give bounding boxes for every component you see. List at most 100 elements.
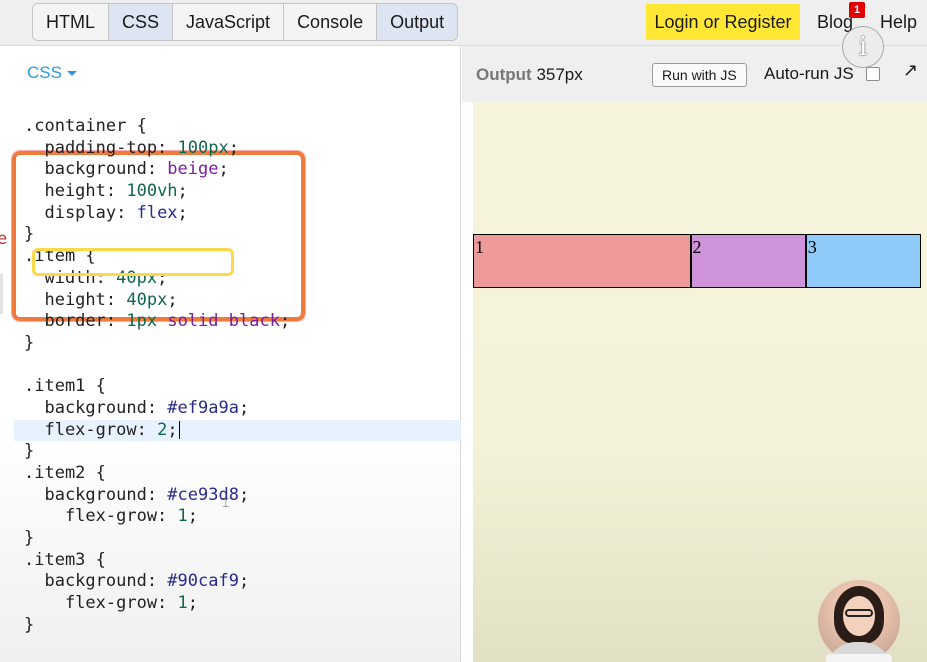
panel-tabs: HTML CSS JavaScript Console Output [32,3,459,41]
code-token: 100px [177,137,229,158]
code-line[interactable]: background: #90caf9; [14,571,461,593]
code-token: ; [177,202,188,223]
code-line[interactable] [14,355,461,377]
code-token: ; [177,181,188,202]
info-icon[interactable]: i [842,26,884,68]
code-token: ; [187,506,199,527]
flex-item-2: 2 [690,234,806,288]
code-token: ; [228,137,239,158]
output-size-label: Output 357px [476,65,583,85]
tab-javascript[interactable]: JavaScript [173,4,285,40]
code-token: .container { [24,116,147,136]
avatar-glasses [845,609,873,617]
code-token: background: [24,571,168,592]
code-token: } [24,332,35,353]
code-line[interactable]: flex-grow: 1; [14,506,461,528]
flex-item-3: 3 [805,234,921,288]
language-dropdown[interactable]: CSS [27,63,77,83]
blog-link[interactable]: Blog [817,12,853,33]
info-glyph: i [858,32,868,62]
flex-item-1: 1 [473,234,691,288]
code-line[interactable]: padding-top: 100px; [14,138,461,160]
text-caret [178,420,181,439]
code-token: ; [218,159,229,180]
language-label: CSS [27,63,62,82]
code-line[interactable]: flex-grow: 2; [14,419,461,442]
code-token: flex [136,202,178,223]
code-line[interactable]: background: #ef9a9a; [14,398,461,420]
flex-container: 1 2 3 [473,234,921,288]
stray-text: e [0,229,8,249]
code-line[interactable]: border: 1px solid black; [14,311,461,333]
code-token: ; [238,397,250,418]
code-token: height: [24,289,127,310]
code-token: ; [238,571,250,592]
code-line[interactable]: .container { [14,116,461,138]
gutter-marker [0,274,3,314]
code-token: #ef9a9a [167,397,239,418]
code-token: ; [238,484,250,505]
help-link[interactable]: Help [880,12,917,33]
code-token: 1px [126,311,158,332]
run-with-js-button[interactable]: Run with JS [652,63,747,87]
code-line[interactable]: height: 100vh; [14,181,461,203]
code-token: flex-grow: [24,419,158,440]
presenter-avatar [818,580,900,662]
code-line[interactable]: } [14,441,461,463]
code-token: 1 [177,593,188,614]
code-token: black [228,311,280,332]
autorun-label: Auto-run JS [764,64,854,83]
text-cursor-icon: ⌶ [222,495,230,510]
code-token: height: [24,181,127,202]
code-token: } [24,614,35,635]
code-line[interactable]: } [14,528,461,550]
tab-html[interactable]: HTML [33,4,109,40]
code-token: background: [24,484,168,505]
code-line[interactable]: } [14,333,461,355]
autorun-checkbox[interactable] [866,67,880,81]
avatar-caption [826,654,892,662]
code-token: ; [279,311,291,332]
code-line[interactable]: .item2 { [14,463,461,485]
code-line[interactable]: background: #ce93d8; [14,485,461,507]
code-line[interactable]: height: 40px; [14,290,461,312]
code-token: padding-top: [24,137,178,158]
tab-output[interactable]: Output [377,4,458,40]
code-token: .item1 { [24,376,106,397]
code-token: } [24,441,35,462]
tab-console[interactable]: Console [284,4,378,40]
code-token: 1 [177,506,188,527]
code-line[interactable]: } [14,224,461,246]
code-line[interactable]: .item1 { [14,376,461,398]
output-label: Output [476,65,532,84]
code-token: 100vh [126,181,178,202]
code-token: border: [24,311,127,332]
css-editor-panel: CSS e .container { padding-top: 100px; b… [0,46,461,662]
code-area[interactable]: .container { padding-top: 100px; backgro… [14,116,461,637]
code-line[interactable]: background: beige; [14,159,461,181]
code-line[interactable]: } [14,615,461,637]
code-token: ; [167,289,178,310]
code-token: ; [167,419,178,440]
code-token: 2 [157,419,168,440]
output-width: 357px [536,65,583,84]
tab-css[interactable]: CSS [109,4,174,40]
blog-notification-badge: 1 [849,2,865,18]
code-token: .item3 { [24,549,106,570]
code-line[interactable]: display: flex; [14,203,461,225]
code-token: } [24,224,35,245]
code-token: 40px [126,289,168,310]
code-token: } [24,528,35,549]
code-token: background: [24,397,168,418]
chevron-down-icon [66,71,77,77]
code-token: #90caf9 [167,571,239,592]
top-toolbar: HTML CSS JavaScript Console Output Login… [0,0,927,46]
expand-icon[interactable]: ↗ [903,60,918,81]
code-line[interactable]: flex-grow: 1; [14,593,461,615]
code-token: display: [24,202,137,223]
display-flex-highlight [32,248,234,276]
code-line[interactable]: .item3 { [14,550,461,572]
login-register-button[interactable]: Login or Register [646,4,800,40]
